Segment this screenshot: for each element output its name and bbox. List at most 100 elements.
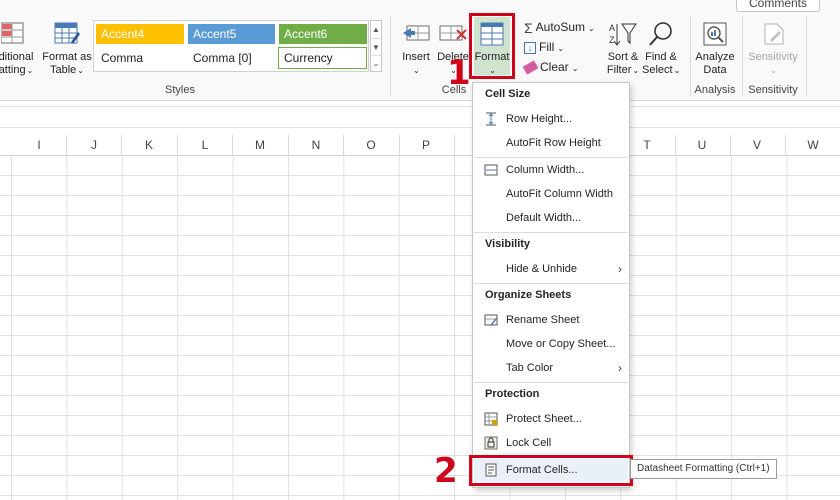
column-header-m[interactable]: M [250, 138, 270, 152]
column-divider[interactable] [730, 135, 731, 156]
gallery-scroll: ▲ ▼ ⌄ [370, 20, 382, 72]
menu-item-autofit-row-height[interactable]: AutoFit Row Height [474, 132, 628, 154]
column-header-l[interactable]: L [195, 138, 215, 152]
sensitivity-label: Sensitivity [748, 51, 798, 63]
analysis-group-label: Analysis [694, 84, 736, 96]
column-divider[interactable] [454, 135, 455, 156]
insert-label: Insert [402, 51, 430, 63]
column-header-t[interactable]: T [637, 138, 657, 152]
insert-cells-icon [403, 25, 430, 41]
menu-item-label: Default Width... [506, 212, 582, 224]
chevron-down-icon: ⌄ [770, 66, 777, 75]
format-as-table-line2-wrap: Table⌄ [42, 64, 92, 77]
sensitivity-chevron-wrap: ⌄ [746, 64, 800, 77]
clear-label: Clear [540, 60, 569, 74]
column-header-i[interactable]: I [29, 138, 49, 152]
menu-separator [474, 283, 628, 284]
format-as-table-button[interactable]: Format as Table⌄ [42, 20, 92, 77]
menu-item-default-width[interactable]: Default Width... [474, 207, 628, 229]
fill-button[interactable]: ↓ Fill ⌄ [524, 38, 564, 56]
format-as-table-icon [54, 22, 80, 44]
column-header-n[interactable]: N [306, 138, 326, 152]
format-as-table-line1: Format as [42, 51, 92, 63]
gallery-more-icon[interactable]: ⌄ [371, 55, 381, 71]
autosum-label: AutoSum [535, 20, 586, 34]
step1-highlight-box [469, 13, 515, 79]
menu-item-rename-sheet[interactable]: Rename Sheet [474, 309, 628, 331]
column-header-u[interactable]: U [692, 138, 712, 152]
menu-item-label: Move or Copy Sheet... [506, 338, 616, 350]
column-header-v[interactable]: V [747, 138, 767, 152]
chevron-down-icon: ⌄ [77, 66, 84, 75]
menu-item-tab-color[interactable]: Tab Color › [474, 357, 628, 379]
style-comma-0[interactable]: Comma [0] [188, 48, 275, 68]
chevron-down-icon: ⌄ [557, 44, 565, 53]
menu-item-label: Hide & Unhide [506, 263, 577, 275]
group-separator [742, 16, 743, 96]
sort-filter-line1: Sort & [607, 51, 639, 63]
group-separator [690, 16, 691, 96]
gallery-up-icon[interactable]: ▲ [371, 21, 381, 38]
chevron-down-icon: ⌄ [673, 66, 681, 75]
ribbon: Comments ditional atting⌄ Format as Tabl… [0, 0, 840, 101]
find-select-line1: Find & [645, 51, 677, 63]
column-headers: I J K L M N O P T U V W [0, 135, 840, 156]
worksheet-grid[interactable] [0, 135, 840, 500]
column-header-j[interactable]: J [84, 138, 104, 152]
step2-highlight-box [469, 455, 633, 486]
column-divider[interactable] [675, 135, 676, 156]
protect-sheet-icon [484, 412, 498, 426]
column-header-p[interactable]: P [416, 138, 436, 152]
formula-bar[interactable] [0, 106, 840, 128]
sensitivity-button[interactable]: Sensitivity ⌄ [746, 20, 800, 77]
column-divider[interactable] [785, 135, 786, 156]
style-accent5[interactable]: Accent5 [188, 24, 275, 44]
sort-filter-button[interactable]: A Z Sort & Filter⌄ [604, 20, 642, 77]
style-accent6[interactable]: Accent6 [279, 24, 367, 44]
column-header-k[interactable]: K [139, 138, 159, 152]
column-divider[interactable] [177, 135, 178, 156]
column-divider[interactable] [399, 135, 400, 156]
column-divider[interactable] [66, 135, 67, 156]
menu-item-lock-cell[interactable]: Lock Cell [474, 432, 628, 454]
chevron-down-icon: ⌄ [588, 24, 595, 33]
column-divider[interactable] [343, 135, 344, 156]
menu-item-label: Rename Sheet [506, 314, 580, 326]
menu-item-row-height[interactable]: Row Height... [474, 108, 628, 130]
clear-button[interactable]: Clear ⌄ [522, 58, 578, 76]
sensitivity-icon [764, 23, 784, 45]
find-select-button[interactable]: Find & Select⌄ [642, 20, 680, 77]
menu-item-column-width[interactable]: Column Width... [474, 159, 628, 181]
menu-item-label: AutoFit Row Height [506, 137, 601, 149]
chevron-down-icon: ⌄ [26, 66, 34, 75]
styles-group-label: Styles [165, 84, 195, 96]
menu-item-hide-unhide[interactable]: Hide & Unhide › [474, 258, 628, 280]
comments-button[interactable]: Comments [736, 0, 820, 12]
menu-item-autofit-column-width[interactable]: AutoFit Column Width [474, 183, 628, 205]
svg-text:Z: Z [609, 35, 615, 45]
style-comma[interactable]: Comma [96, 48, 184, 68]
group-separator [390, 16, 391, 96]
autosum-button[interactable]: Σ AutoSum ⌄ [524, 18, 595, 36]
fill-label: Fill [539, 40, 555, 54]
column-header-w[interactable]: W [803, 138, 823, 152]
insert-button[interactable]: Insert ⌄ [398, 20, 434, 77]
menu-item-move-copy-sheet[interactable]: Move or Copy Sheet... [474, 333, 628, 355]
find-select-line2-wrap: Select⌄ [642, 64, 680, 77]
chevron-right-icon: › [618, 361, 622, 375]
sigma-icon: Σ [524, 19, 533, 36]
style-accent4[interactable]: Accent4 [96, 24, 184, 44]
format-cells-tooltip: Datasheet Formatting (Ctrl+1) [630, 459, 777, 479]
gallery-down-icon[interactable]: ▼ [371, 38, 381, 55]
conditional-formatting-button[interactable]: ditional atting⌄ [0, 20, 38, 77]
column-divider[interactable] [288, 135, 289, 156]
menu-item-protect-sheet[interactable]: Protect Sheet... [474, 408, 628, 430]
column-divider[interactable] [232, 135, 233, 156]
conditional-formatting-line2: atting [0, 64, 26, 76]
style-currency[interactable]: Currency [278, 47, 367, 69]
menu-item-label: Protect Sheet... [506, 413, 582, 425]
analyze-data-button[interactable]: Analyze Data [694, 20, 736, 77]
menu-heading-protection: Protection [485, 388, 540, 400]
column-divider[interactable] [121, 135, 122, 156]
column-header-o[interactable]: O [361, 138, 381, 152]
